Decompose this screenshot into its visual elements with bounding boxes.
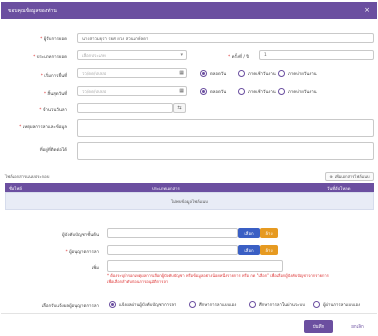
- calendar-icon[interactable]: ▦: [179, 70, 184, 76]
- start-date-input[interactable]: วว/ดด/ปปปป ▦: [77, 68, 187, 78]
- col-upload-date: วันที่อัปโหลด: [327, 186, 351, 191]
- contact-textarea[interactable]: [77, 142, 374, 160]
- approver-label: ผู้บังคับบัญชาชั้นต้น: [61, 233, 99, 238]
- notify-label: เลือกรับแจ้งผลผู้อนุญาตการลา: [41, 304, 99, 309]
- calendar-icon[interactable]: ▦: [179, 88, 184, 94]
- count-label: * ครั้งที่ / ปี: [228, 55, 249, 60]
- radio-icon: [313, 301, 320, 308]
- end-time-option-morning[interactable]: ภาคเช้าวันงาน: [238, 88, 276, 95]
- leave-request-modal: ขอบคุณข้อมูลของท่าน × * ผู้รับการยอด นาง…: [1, 2, 377, 336]
- extra-reason-label: เพิ่ม: [91, 266, 99, 271]
- start-time-option-morning[interactable]: ภาคเช้าวันงาน: [238, 70, 276, 77]
- reason-textarea[interactable]: [77, 119, 374, 137]
- calculator-icon: ⇆: [177, 105, 182, 111]
- notify-option-4[interactable]: ผู้ผ่านการลาแบบเอง: [313, 301, 360, 308]
- recipient-label: * ผู้รับการยอด: [40, 37, 67, 42]
- extra-reason-input[interactable]: [107, 260, 283, 272]
- save-button[interactable]: บันทึก: [304, 320, 333, 333]
- manager-clear-button[interactable]: ล้าง: [260, 245, 278, 255]
- recipient-input[interactable]: นางสาวมยุรา รยศ ยวง สวนเกษ์ลดา: [77, 33, 374, 43]
- col-doc-type: ประเภทเอกสาร: [152, 186, 180, 191]
- col-filename: ชื่อไฟล์: [9, 186, 22, 191]
- radio-checked-icon: [200, 70, 207, 77]
- end-date-input[interactable]: วว/ดด/ปปปป ▦: [77, 86, 187, 96]
- radio-icon: [238, 70, 245, 77]
- attachments-empty-row: ไม่พบข้อมูลไฟล์แนบ: [5, 192, 374, 210]
- type-label: * ประเภทการยอด: [33, 55, 67, 60]
- approval-note: * ต้องระบุ/กรอกเหตุผลการเลือกผู้บังคับบั…: [107, 273, 329, 284]
- radio-icon: [189, 301, 196, 308]
- reason-label: * เหตุผลการลาและข้อมูล: [19, 125, 67, 130]
- modal-title: ขอบคุณข้อมูลของท่าน: [8, 7, 57, 14]
- type-select[interactable]: เลือกประเภท ▾: [77, 50, 187, 60]
- approver-input[interactable]: [107, 228, 238, 238]
- days-label: * จำนวนวันลา: [39, 108, 67, 113]
- approver-choose-button[interactable]: เลือก: [238, 228, 260, 238]
- radio-checked-icon: [200, 88, 207, 95]
- modal-titlebar: ขอบคุณข้อมูลของท่าน ×: [1, 2, 377, 19]
- radio-icon: [278, 88, 285, 95]
- calculate-days-button[interactable]: ⇆: [173, 103, 186, 113]
- start-date-label: * เริ่มการยื่นที่: [40, 74, 67, 79]
- end-time-option-afternoon[interactable]: ภาคบ่ายวันงาน: [278, 88, 317, 95]
- radio-icon: [249, 301, 256, 308]
- manager-choose-button[interactable]: เลือก: [238, 245, 260, 255]
- notify-option-3[interactable]: ศึกษาการลาในผ่านระบบ: [249, 301, 305, 308]
- end-date-label: * สิ้นสุดวันที่: [43, 92, 67, 97]
- radio-icon: [278, 70, 285, 77]
- paperclip-icon: ⊕: [329, 174, 333, 179]
- start-time-option-allday[interactable]: ตลอดวัน: [200, 70, 226, 77]
- attachments-section-label: ไฟล์เอกสารแนบประกอบ: [5, 174, 50, 179]
- chevron-down-icon: ▾: [180, 52, 183, 58]
- manager-input[interactable]: [107, 245, 238, 255]
- notify-option-2[interactable]: ศึกษาการลาแบบเอง: [189, 301, 236, 308]
- days-input[interactable]: [77, 103, 173, 113]
- add-attachment-button[interactable]: ⊕ เพิ่มเอกสารไฟล์แนบ: [325, 172, 374, 181]
- radio-icon: [238, 88, 245, 95]
- radio-checked-icon: [109, 301, 116, 308]
- cancel-button[interactable]: ยกเลิก: [345, 320, 370, 333]
- close-icon[interactable]: ×: [364, 7, 370, 14]
- contact-label: ที่อยู่ที่ติดต่อได้: [39, 148, 67, 153]
- end-time-option-allday[interactable]: ตลอดวัน: [200, 88, 226, 95]
- manager-label: * ผู้อนุญาตการลา: [65, 250, 99, 255]
- approver-clear-button[interactable]: ล้าง: [260, 228, 278, 238]
- notify-option-1[interactable]: แจ้งผลผ่านผู้บังคับบัญชาการลา: [109, 301, 176, 308]
- footer-divider: [1, 313, 377, 314]
- attachments-table-header: ชื่อไฟล์ ประเภทเอกสาร วันที่อัปโหลด: [5, 183, 374, 192]
- start-time-option-afternoon[interactable]: ภาคบ่ายวันงาน: [278, 70, 317, 77]
- count-input[interactable]: 1: [259, 50, 374, 60]
